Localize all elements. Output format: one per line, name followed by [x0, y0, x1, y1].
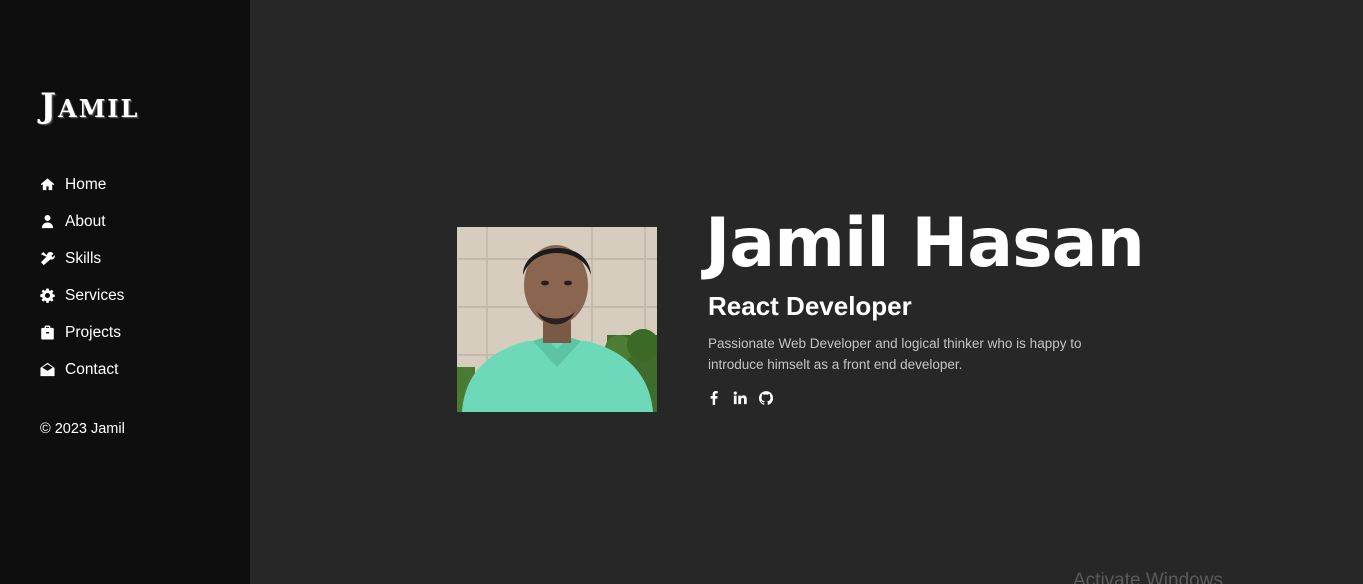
- site-logo[interactable]: Jamil: [40, 86, 139, 126]
- tools-icon: [40, 251, 55, 266]
- activate-windows-watermark: Activate Windows: [1073, 570, 1223, 584]
- nav-item-contact[interactable]: Contact: [40, 351, 124, 388]
- nav-item-label: Home: [65, 175, 107, 193]
- linkedin-icon: [733, 391, 747, 410]
- hero-name: Jamil Hasan: [705, 204, 1145, 283]
- nav-item-label: About: [65, 212, 106, 230]
- github-icon: [758, 391, 774, 410]
- briefcase-icon: [40, 325, 55, 340]
- home-icon: [40, 177, 55, 192]
- sidebar-nav: Home About Skills Services Projects Cont…: [40, 166, 124, 388]
- nav-item-projects[interactable]: Projects: [40, 314, 124, 351]
- nav-item-about[interactable]: About: [40, 203, 124, 240]
- linkedin-link[interactable]: [732, 391, 748, 410]
- facebook-link[interactable]: [706, 391, 722, 410]
- nav-item-home[interactable]: Home: [40, 166, 124, 203]
- facebook-icon: [707, 391, 721, 410]
- hero-role: React Developer: [708, 291, 912, 321]
- profile-photo: [457, 227, 657, 412]
- gear-icon: [40, 288, 55, 303]
- social-links: [706, 391, 774, 410]
- nav-item-skills[interactable]: Skills: [40, 240, 124, 277]
- copyright: © 2023 Jamil: [40, 421, 125, 437]
- github-link[interactable]: [758, 391, 774, 410]
- envelope-open-icon: [40, 362, 55, 377]
- nav-item-label: Services: [65, 286, 125, 304]
- nav-item-label: Skills: [65, 249, 102, 267]
- nav-item-label: Projects: [65, 323, 121, 341]
- nav-item-label: Contact: [65, 360, 119, 378]
- nav-item-services[interactable]: Services: [40, 277, 124, 314]
- user-icon: [40, 214, 55, 229]
- hero-description: Passionate Web Developer and logical thi…: [708, 336, 1082, 372]
- sidebar: Jamil Home About Skills Services Project…: [0, 0, 250, 584]
